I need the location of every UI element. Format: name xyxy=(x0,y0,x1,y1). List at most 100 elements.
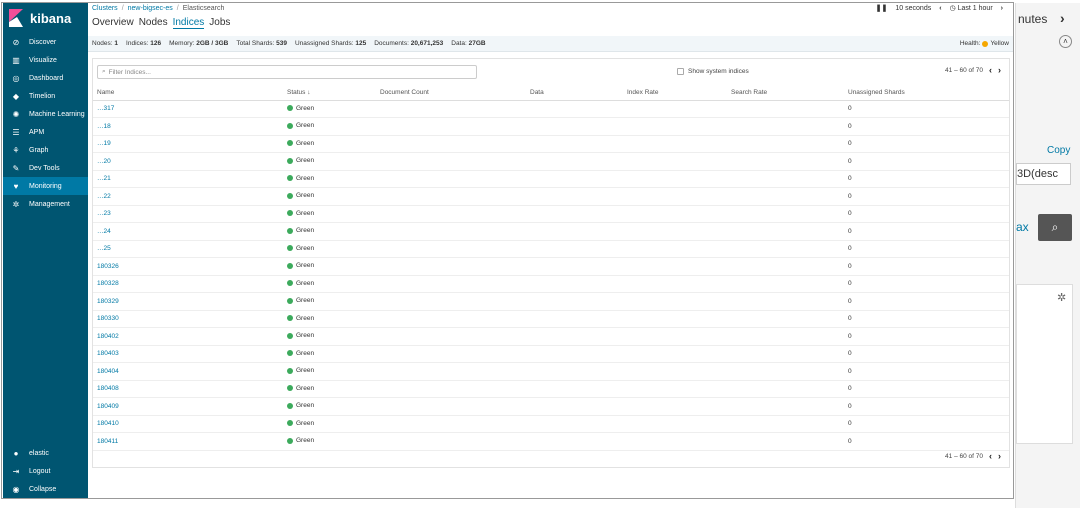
unassigned-shards-cell: 0 xyxy=(844,327,1009,346)
sidebar-item-elastic[interactable]: ● elastic xyxy=(3,444,88,462)
document-count-cell xyxy=(376,327,526,346)
chevron-left-icon[interactable]: ‹ xyxy=(939,5,941,12)
gear-icon[interactable]: ✲ xyxy=(1057,291,1066,304)
index-rate-cell xyxy=(623,170,727,188)
system-indices-checkbox[interactable] xyxy=(677,68,684,75)
refresh-interval[interactable]: 10 seconds xyxy=(895,5,931,12)
index-name-link[interactable]: 180411 xyxy=(93,432,283,451)
data-cell xyxy=(526,362,623,381)
sidebar-item-collapse[interactable]: ◉ Collapse xyxy=(3,480,88,498)
filter-indices-input[interactable]: ⌕ Filter Indices... xyxy=(97,65,477,79)
index-name-link[interactable]: 180409 xyxy=(93,397,283,416)
bg-input[interactable]: 3D(desc xyxy=(1016,163,1071,185)
unassigned-shards-cell: 0 xyxy=(844,415,1009,433)
sidebar-item-dashboard[interactable]: ◎ Dashboard xyxy=(3,69,88,87)
sidebar-item-timelion[interactable]: ◆ Timelion xyxy=(3,87,88,105)
col-search-rate[interactable]: Search Rate xyxy=(727,86,844,101)
page-prev-button[interactable]: ‹ xyxy=(989,451,992,461)
document-count-cell xyxy=(376,432,526,451)
col-data[interactable]: Data xyxy=(526,86,623,101)
page-next-button[interactable]: › xyxy=(998,451,1001,461)
table-row: …20 Green 0 xyxy=(93,152,1009,171)
chevron-right-icon[interactable]: › xyxy=(1001,5,1003,12)
index-name-link[interactable]: 180408 xyxy=(93,380,283,398)
index-name-link[interactable]: …21 xyxy=(93,170,283,188)
table-row: 180404 Green 0 xyxy=(93,362,1009,381)
index-name-link[interactable]: …22 xyxy=(93,187,283,206)
index-rate-cell xyxy=(623,397,727,416)
document-count-cell xyxy=(376,187,526,206)
tab-indices[interactable]: Indices xyxy=(172,17,205,29)
index-name-link[interactable]: 180402 xyxy=(93,327,283,346)
index-rate-cell xyxy=(623,327,727,346)
unassigned-shards-cell: 0 xyxy=(844,292,1009,311)
tab-jobs[interactable]: Jobs xyxy=(209,17,230,29)
sidebar-item-graph[interactable]: ⚘ Graph xyxy=(3,141,88,159)
index-name-link[interactable]: …18 xyxy=(93,117,283,136)
sidebar-item-monitoring[interactable]: ♥ Monitoring xyxy=(3,177,88,195)
index-status: Green xyxy=(283,187,376,206)
gear-icon: ✲ xyxy=(12,199,20,209)
tab-overview[interactable]: Overview xyxy=(92,17,134,29)
document-count-cell xyxy=(376,152,526,171)
search-rate-cell xyxy=(727,100,844,118)
sidebar-item-label: Monitoring xyxy=(29,182,62,190)
sidebar-item-label: Management xyxy=(29,200,70,208)
index-name-link[interactable]: …19 xyxy=(93,135,283,153)
col-document-count[interactable]: Document Count xyxy=(376,86,526,101)
compass-icon: ⊘ xyxy=(12,37,20,47)
table-row: 180408 Green 0 xyxy=(93,380,1009,398)
sidebar-item-visualize[interactable]: ▥ Visualize xyxy=(3,51,88,69)
sidebar-item-management[interactable]: ✲ Management xyxy=(3,195,88,213)
sidebar-item-machine-learning[interactable]: ✺ Machine Learning xyxy=(3,105,88,123)
sidebar-item-dev-tools[interactable]: ✎ Dev Tools xyxy=(3,159,88,177)
index-rate-cell xyxy=(623,432,727,451)
sidebar-item-apm[interactable]: ☰ APM xyxy=(3,123,88,141)
sidebar-item-discover[interactable]: ⊘ Discover xyxy=(3,33,88,51)
index-status: Green xyxy=(283,135,376,153)
index-name-link[interactable]: …23 xyxy=(93,205,283,223)
index-name-link[interactable]: 180403 xyxy=(93,345,283,363)
index-name-link[interactable]: 180410 xyxy=(93,415,283,433)
data-cell xyxy=(526,257,623,276)
breadcrumb-cluster[interactable]: new-bigsec-es xyxy=(128,5,173,12)
index-name-link[interactable]: 180328 xyxy=(93,275,283,293)
index-name-link[interactable]: …24 xyxy=(93,222,283,241)
col-unassigned-shards[interactable]: Unassigned Shards xyxy=(844,86,1009,101)
status-dot-icon xyxy=(287,227,293,234)
index-status: Green xyxy=(283,152,376,171)
index-name-link[interactable]: …20 xyxy=(93,152,283,171)
table-header-row: Name Status ↓ Document Count Data Index … xyxy=(93,86,1009,101)
col-status[interactable]: Status ↓ xyxy=(283,86,376,101)
search-button[interactable]: ⌕ xyxy=(1038,214,1072,241)
status-dot-icon xyxy=(287,140,293,146)
index-name-link[interactable]: …25 xyxy=(93,240,283,258)
index-name-link[interactable]: 180404 xyxy=(93,362,283,381)
kibana-logo[interactable]: kibana xyxy=(3,3,88,33)
copy-link[interactable]: Copy xyxy=(1047,145,1070,156)
page-prev-button[interactable]: ‹ xyxy=(989,65,992,75)
show-system-indices[interactable]: Show system indices xyxy=(677,68,749,75)
col-index-rate[interactable]: Index Rate xyxy=(623,86,727,101)
page-next-button[interactable]: › xyxy=(998,65,1001,75)
sidebar-item-logout[interactable]: ⇥ Logout xyxy=(3,462,88,480)
index-rate-cell xyxy=(623,135,727,153)
document-count-cell xyxy=(376,275,526,293)
index-name-link[interactable]: 180326 xyxy=(93,257,283,276)
status-dot-icon xyxy=(287,402,293,409)
time-range[interactable]: ◷ Last 1 hour xyxy=(950,4,993,12)
status-dot-icon xyxy=(287,350,293,356)
pause-icon[interactable]: ❚❚ xyxy=(876,4,888,12)
unassigned-shards-cell: 0 xyxy=(844,257,1009,276)
breadcrumb-clusters[interactable]: Clusters xyxy=(92,5,118,12)
index-name-link[interactable]: …317 xyxy=(93,100,283,118)
shield-icon: ◆ xyxy=(12,91,20,101)
data-cell xyxy=(526,205,623,223)
index-name-link[interactable]: 180330 xyxy=(93,310,283,328)
collapse-circle-icon[interactable]: ˄ xyxy=(1059,35,1072,48)
sidebar-item-label: Discover xyxy=(29,38,57,46)
chevron-right-icon[interactable]: › xyxy=(1060,10,1065,26)
tab-nodes[interactable]: Nodes xyxy=(139,17,168,29)
col-name[interactable]: Name xyxy=(93,86,283,101)
index-name-link[interactable]: 180329 xyxy=(93,292,283,311)
